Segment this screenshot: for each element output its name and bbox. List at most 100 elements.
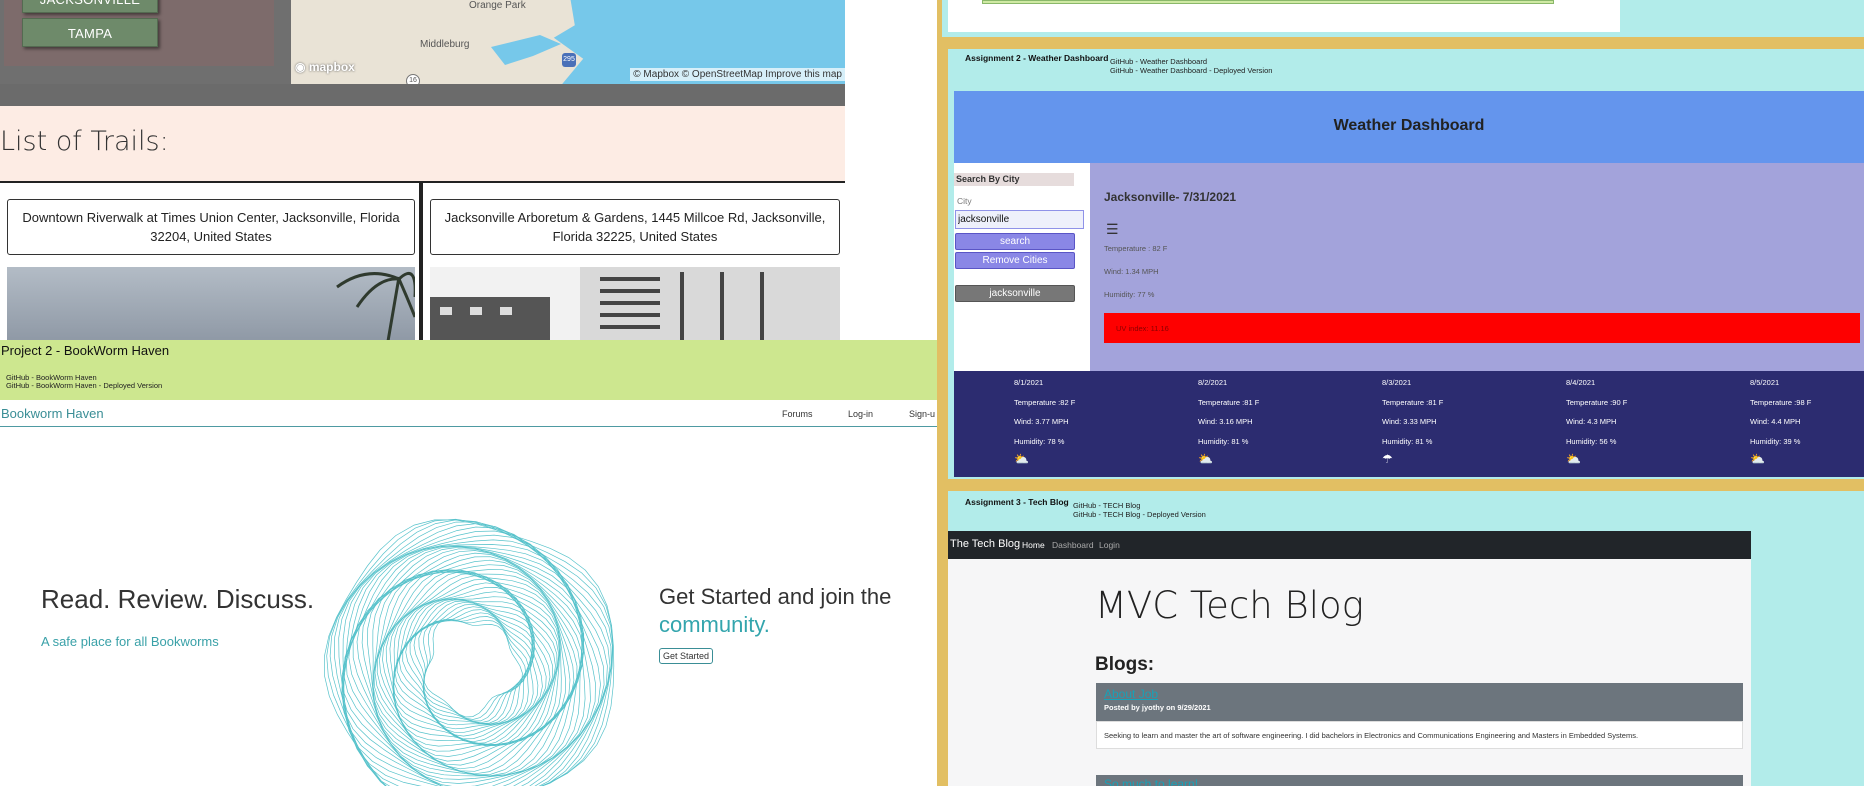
assignment3-repo-link[interactable]: GitHub - TECH Blog bbox=[1073, 501, 1140, 510]
bookworm-hero-title: Read. Review. Discuss. bbox=[41, 584, 315, 614]
project2-deployed-link[interactable]: GitHub - BookWorm Haven - Deployed Versi… bbox=[6, 381, 162, 390]
forecast-date: 8/3/2021 bbox=[1382, 378, 1412, 387]
forecast-humidity: Humidity: 39 % bbox=[1750, 436, 1801, 446]
nav-link-home[interactable]: Home bbox=[1022, 540, 1045, 550]
assignment2-repo-link[interactable]: GitHub - Weather Dashboard bbox=[1110, 57, 1207, 66]
forecast-wind: Wind: 4.3 MPH bbox=[1566, 417, 1617, 426]
tech-blog-heading: MVC Tech Blog bbox=[1095, 584, 1364, 627]
rain-icon: ☂ bbox=[1382, 452, 1393, 466]
spiral-ring bbox=[422, 616, 529, 722]
project2-title: Project 2 - BookWorm Haven bbox=[1, 343, 170, 358]
current-city-date: Jacksonville- 7/31/2021 bbox=[1104, 190, 1237, 204]
current-humidity: Humidity: 77 % bbox=[1104, 290, 1155, 299]
spiral-ring bbox=[324, 519, 615, 786]
remove-cities-button[interactable]: Remove Cities bbox=[955, 252, 1075, 269]
city-button-panel: JACKSONVILLE TAMPA bbox=[4, 0, 274, 66]
mapbox-logo[interactable]: ◉ mapbox bbox=[295, 60, 355, 74]
forecast-wind: Wind: 4.4 MPH bbox=[1750, 417, 1801, 426]
forecast-temp: Temperature :82 F bbox=[1014, 397, 1076, 407]
forecast-humidity: Humidity: 56 % bbox=[1566, 436, 1617, 446]
trail-card-1[interactable]: Downtown Riverwalk at Times Union Center… bbox=[7, 199, 415, 255]
tech-blog-brand[interactable]: The Tech Blog bbox=[950, 538, 1020, 550]
partly-cloudy-icon: ⛅ bbox=[1014, 452, 1029, 466]
forecast-wind: Wind: 3.16 MPH bbox=[1198, 417, 1253, 426]
forecast-day-2: 8/2/2021 Temperature :81 F Wind: 3.16 MP… bbox=[1198, 378, 1338, 466]
fog-icon: ☰ bbox=[1106, 221, 1119, 237]
trail-photo-2 bbox=[430, 267, 840, 340]
forecast-date: 8/5/2021 bbox=[1750, 378, 1780, 387]
route-shield-icon: 16 bbox=[406, 74, 420, 84]
map-label-middleburg: Middleburg bbox=[420, 39, 470, 50]
forecast-temp: Temperature :81 F bbox=[1198, 397, 1260, 407]
forecast-humidity: Humidity: 81 % bbox=[1382, 436, 1433, 446]
spiral-art-graphic bbox=[324, 518, 615, 786]
city-button-jacksonville[interactable]: JACKSONVILLE bbox=[22, 0, 158, 13]
bookworm-cta-title: Get Started and join the community. bbox=[659, 583, 891, 639]
cta-title-text: Get Started and join the bbox=[659, 584, 892, 609]
forecast-date: 8/1/2021 bbox=[1014, 378, 1044, 387]
forecast-wind: Wind: 3.33 MPH bbox=[1382, 417, 1437, 426]
assignment2-deployed-link[interactable]: GitHub - Weather Dashboard - Deployed Ve… bbox=[1110, 66, 1272, 75]
assignment2-title: Assignment 2 - Weather Dashboard bbox=[965, 53, 1109, 63]
forecast-temp: Temperature :81 F bbox=[1382, 397, 1444, 407]
current-temperature: Temperature : 82 F bbox=[1104, 244, 1168, 253]
forecast-day-3: 8/3/2021 Temperature :81 F Wind: 3.33 MP… bbox=[1382, 378, 1522, 466]
cta-accent-text: community. bbox=[659, 612, 770, 637]
blog-post-header bbox=[1096, 683, 1743, 721]
nav-link-login[interactable]: Log-in bbox=[848, 409, 873, 419]
assignment3-deployed-link[interactable]: GitHub - TECH Blog - Deployed Version bbox=[1073, 510, 1206, 519]
map-label-orange-park: Orange Park bbox=[469, 0, 526, 11]
bookworm-logo[interactable]: Bookworm Haven bbox=[1, 406, 104, 421]
partly-cloudy-icon: ⛅ bbox=[1198, 452, 1213, 466]
previous-section-bar bbox=[982, 0, 1554, 4]
forecast-temp: Temperature :90 F bbox=[1566, 397, 1628, 407]
spiral-ring bbox=[405, 603, 536, 726]
assignment3-title: Assignment 3 - Tech Blog bbox=[965, 497, 1069, 507]
bookworm-hero-subtitle: A safe place for all Bookworms bbox=[41, 634, 219, 649]
blog-post-text: Seeking to learn and master the art of s… bbox=[1104, 731, 1639, 740]
city-search-input[interactable] bbox=[955, 210, 1084, 229]
previous-section-card bbox=[948, 0, 1620, 32]
map-attribution[interactable]: © Mapbox © OpenStreetMap Improve this ma… bbox=[630, 68, 845, 81]
city-button-tampa[interactable]: TAMPA bbox=[22, 18, 158, 47]
search-by-city-heading: Search By City bbox=[954, 173, 1074, 186]
forecast-day-4: 8/4/2021 Temperature :90 F Wind: 4.3 MPH… bbox=[1566, 378, 1706, 466]
blog-post-title-link[interactable]: About Job bbox=[1104, 687, 1158, 701]
get-started-button[interactable]: Get Started bbox=[659, 648, 714, 664]
map-footer-band bbox=[0, 84, 845, 106]
nav-link-signup[interactable]: Sign-u bbox=[909, 409, 935, 419]
partly-cloudy-icon: ⛅ bbox=[1566, 452, 1581, 466]
uv-index-text: UV index: 11.16 bbox=[1116, 324, 1169, 333]
uv-index-bar bbox=[1104, 313, 1860, 343]
forecast-humidity: Humidity: 78 % bbox=[1014, 436, 1065, 446]
blog-post-title-link[interactable]: So much to learn! bbox=[1104, 777, 1198, 786]
forecast-day-5: 8/5/2021 Temperature :98 F Wind: 4.4 MPH… bbox=[1750, 378, 1864, 466]
forecast-date: 8/4/2021 bbox=[1566, 378, 1596, 387]
search-button[interactable]: search bbox=[955, 233, 1075, 250]
trail-column-1: Downtown Riverwalk at Times Union Center… bbox=[0, 181, 421, 340]
forecast-day-1: 8/1/2021 Temperature :82 F Wind: 3.77 MP… bbox=[1014, 378, 1154, 466]
current-wind: Wind: 1.34 MPH bbox=[1104, 267, 1159, 276]
history-city-button[interactable]: jacksonville bbox=[955, 285, 1075, 302]
partly-cloudy-icon: ⛅ bbox=[1750, 452, 1765, 466]
weather-header-title: Weather Dashboard bbox=[1333, 117, 1485, 134]
trail-finder-screenshot: JACKSONVILLE TAMPA Orange Park Middlebur… bbox=[0, 0, 845, 340]
trail-column-2: Jacksonville Arboretum & Gardens, 1445 M… bbox=[421, 181, 845, 340]
forecast-wind: Wind: 3.77 MPH bbox=[1014, 417, 1069, 426]
forecast-date: 8/2/2021 bbox=[1198, 378, 1228, 387]
spiral-ring bbox=[348, 548, 584, 780]
city-label: City bbox=[957, 196, 972, 206]
mapbox-logo-text: mapbox bbox=[308, 60, 355, 74]
blog-post-meta: Posted by jyothy on 9/29/2021 bbox=[1104, 703, 1211, 712]
spiral-ring bbox=[422, 619, 527, 720]
forecast-temp: Temperature :98 F bbox=[1750, 397, 1812, 407]
nav-link-dashboard[interactable]: Dashboard bbox=[1052, 540, 1094, 550]
trail-list-heading: List of Trails: bbox=[0, 126, 169, 157]
trail-map[interactable]: Orange Park Middleburg 295 16 ◉ mapbox ©… bbox=[291, 0, 845, 84]
trail-photo-1 bbox=[7, 267, 415, 340]
nav-link-forums[interactable]: Forums bbox=[782, 409, 813, 419]
nav-link-login[interactable]: Login bbox=[1099, 540, 1120, 550]
blogs-heading: Blogs: bbox=[1095, 654, 1155, 675]
mapbox-mark-icon: ◉ bbox=[295, 60, 309, 74]
trail-card-2[interactable]: Jacksonville Arboretum & Gardens, 1445 M… bbox=[430, 199, 840, 255]
